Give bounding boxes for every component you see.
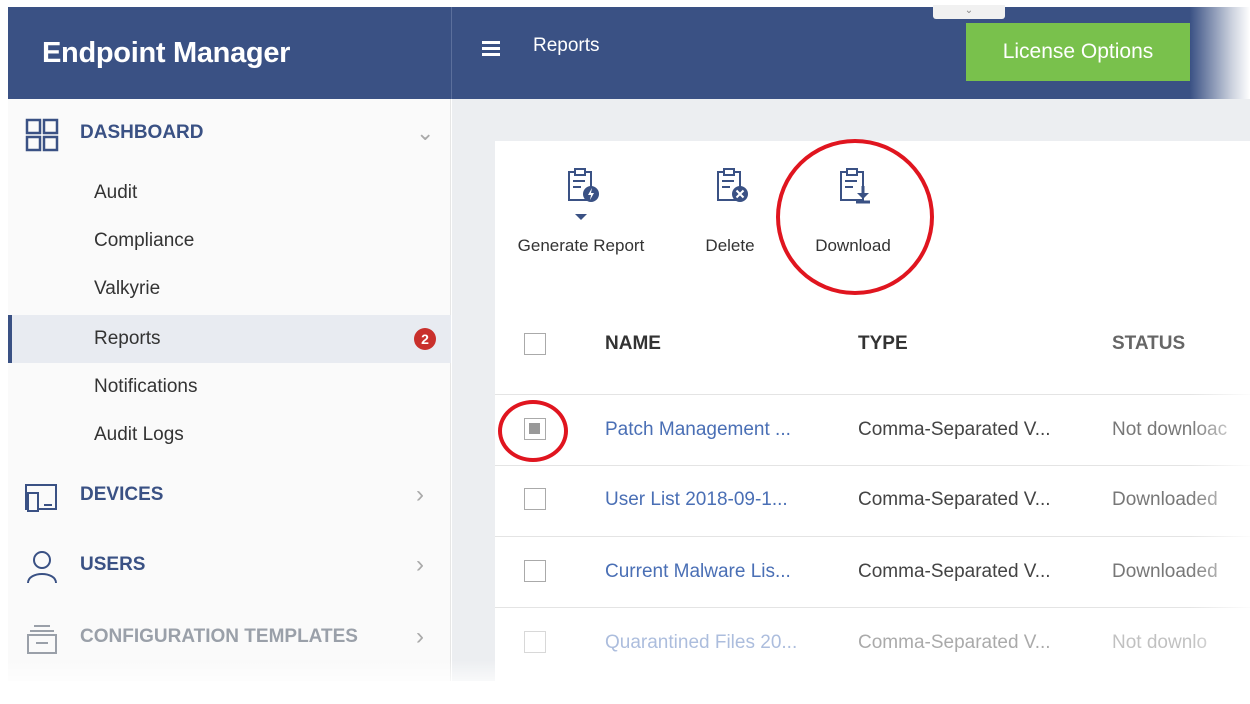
templates-icon [27, 625, 57, 654]
delete-label: Delete [705, 236, 755, 255]
sidebar-section-label: CONFIGURATION TEMPLATES [80, 626, 358, 647]
generate-report-icon [568, 168, 599, 220]
sidebar-section-devices[interactable]: DEVICES › [8, 465, 451, 525]
row-checkbox[interactable] [524, 488, 546, 510]
sidebar-item-label: Notifications [94, 376, 198, 397]
sidebar-item-valkyrie[interactable]: Valkyrie [8, 265, 451, 313]
devices-icon [25, 484, 57, 512]
collapse-header-tab[interactable]: ⌄ [933, 5, 1005, 19]
sidebar-item-label: Audit [94, 182, 138, 203]
row-checkbox[interactable] [524, 560, 546, 582]
row-divider [495, 536, 1250, 537]
sidebar-item-audit-logs[interactable]: Audit Logs [8, 411, 451, 459]
report-name-link[interactable]: Quarantined Files 20... [605, 632, 825, 654]
sidebar-item-label: Reports [94, 328, 161, 349]
page-title: Reports [533, 35, 600, 56]
column-header-type[interactable]: TYPE [858, 333, 908, 355]
dashboard-grid-icon [25, 118, 59, 152]
row-divider [495, 465, 1250, 466]
row-divider [495, 394, 1250, 395]
license-options-button[interactable]: License Options [966, 23, 1190, 81]
hamburger-menu-icon[interactable] [482, 41, 500, 57]
sidebar-item-label: Audit Logs [94, 424, 184, 445]
sidebar-item-reports[interactable]: Reports 2 [8, 315, 451, 363]
sidebar: DASHBOARD ⌄ Audit Compliance Valkyrie Re… [8, 99, 451, 681]
checkbox-highlight-circle [498, 400, 568, 462]
chevron-right-icon: › [416, 551, 424, 578]
sidebar-item-label: Valkyrie [94, 278, 161, 299]
bottom-edge-fade [0, 660, 1250, 704]
chevron-right-icon: › [416, 623, 424, 650]
download-highlight-circle [776, 139, 934, 295]
app-brand[interactable]: Endpoint Manager [8, 7, 451, 99]
column-header-name[interactable]: NAME [605, 333, 661, 355]
sidebar-section-label: DEVICES [80, 484, 164, 505]
delete-button[interactable]: Delete [690, 166, 770, 255]
sidebar-item-audit[interactable]: Audit [8, 169, 451, 217]
generate-report-label: Generate Report [517, 236, 645, 255]
sidebar-section-configuration-templates[interactable]: CONFIGURATION TEMPLATES › [8, 607, 451, 667]
sidebar-section-label: DASHBOARD [80, 122, 204, 143]
report-name-link[interactable]: Patch Management ... [605, 419, 825, 441]
header-fade [1190, 7, 1250, 99]
header-divider [451, 7, 452, 99]
sidebar-section-label: USERS [80, 554, 146, 575]
row-checkbox[interactable] [524, 631, 546, 653]
report-type: Comma-Separated V... [858, 561, 1051, 582]
right-edge-fade [1190, 380, 1250, 680]
report-type: Comma-Separated V... [858, 419, 1051, 440]
row-divider [495, 607, 1250, 608]
report-type: Comma-Separated V... [858, 632, 1051, 653]
sidebar-item-compliance[interactable]: Compliance [8, 217, 451, 265]
chevron-down-icon: ⌄ [416, 120, 435, 145]
report-name-link[interactable]: Current Malware Lis... [605, 561, 825, 583]
delete-report-icon [717, 168, 748, 202]
sidebar-section-dashboard[interactable]: DASHBOARD ⌄ [8, 103, 451, 163]
sidebar-section-users[interactable]: USERS › [8, 535, 451, 595]
column-header-status[interactable]: STATUS [1112, 333, 1185, 355]
reports-count-badge: 2 [414, 328, 436, 350]
top-header: Endpoint Manager Reports ⌄ License Optio… [8, 5, 1250, 99]
report-name-link[interactable]: User List 2018-09-1... [605, 489, 825, 511]
report-type: Comma-Separated V... [858, 489, 1051, 510]
sidebar-item-label: Compliance [94, 230, 195, 251]
sidebar-item-notifications[interactable]: Notifications [8, 363, 451, 411]
select-all-checkbox[interactable] [524, 333, 546, 355]
user-icon [27, 551, 57, 584]
generate-report-button[interactable]: Generate Report [508, 166, 654, 255]
chevron-right-icon: › [416, 481, 424, 508]
